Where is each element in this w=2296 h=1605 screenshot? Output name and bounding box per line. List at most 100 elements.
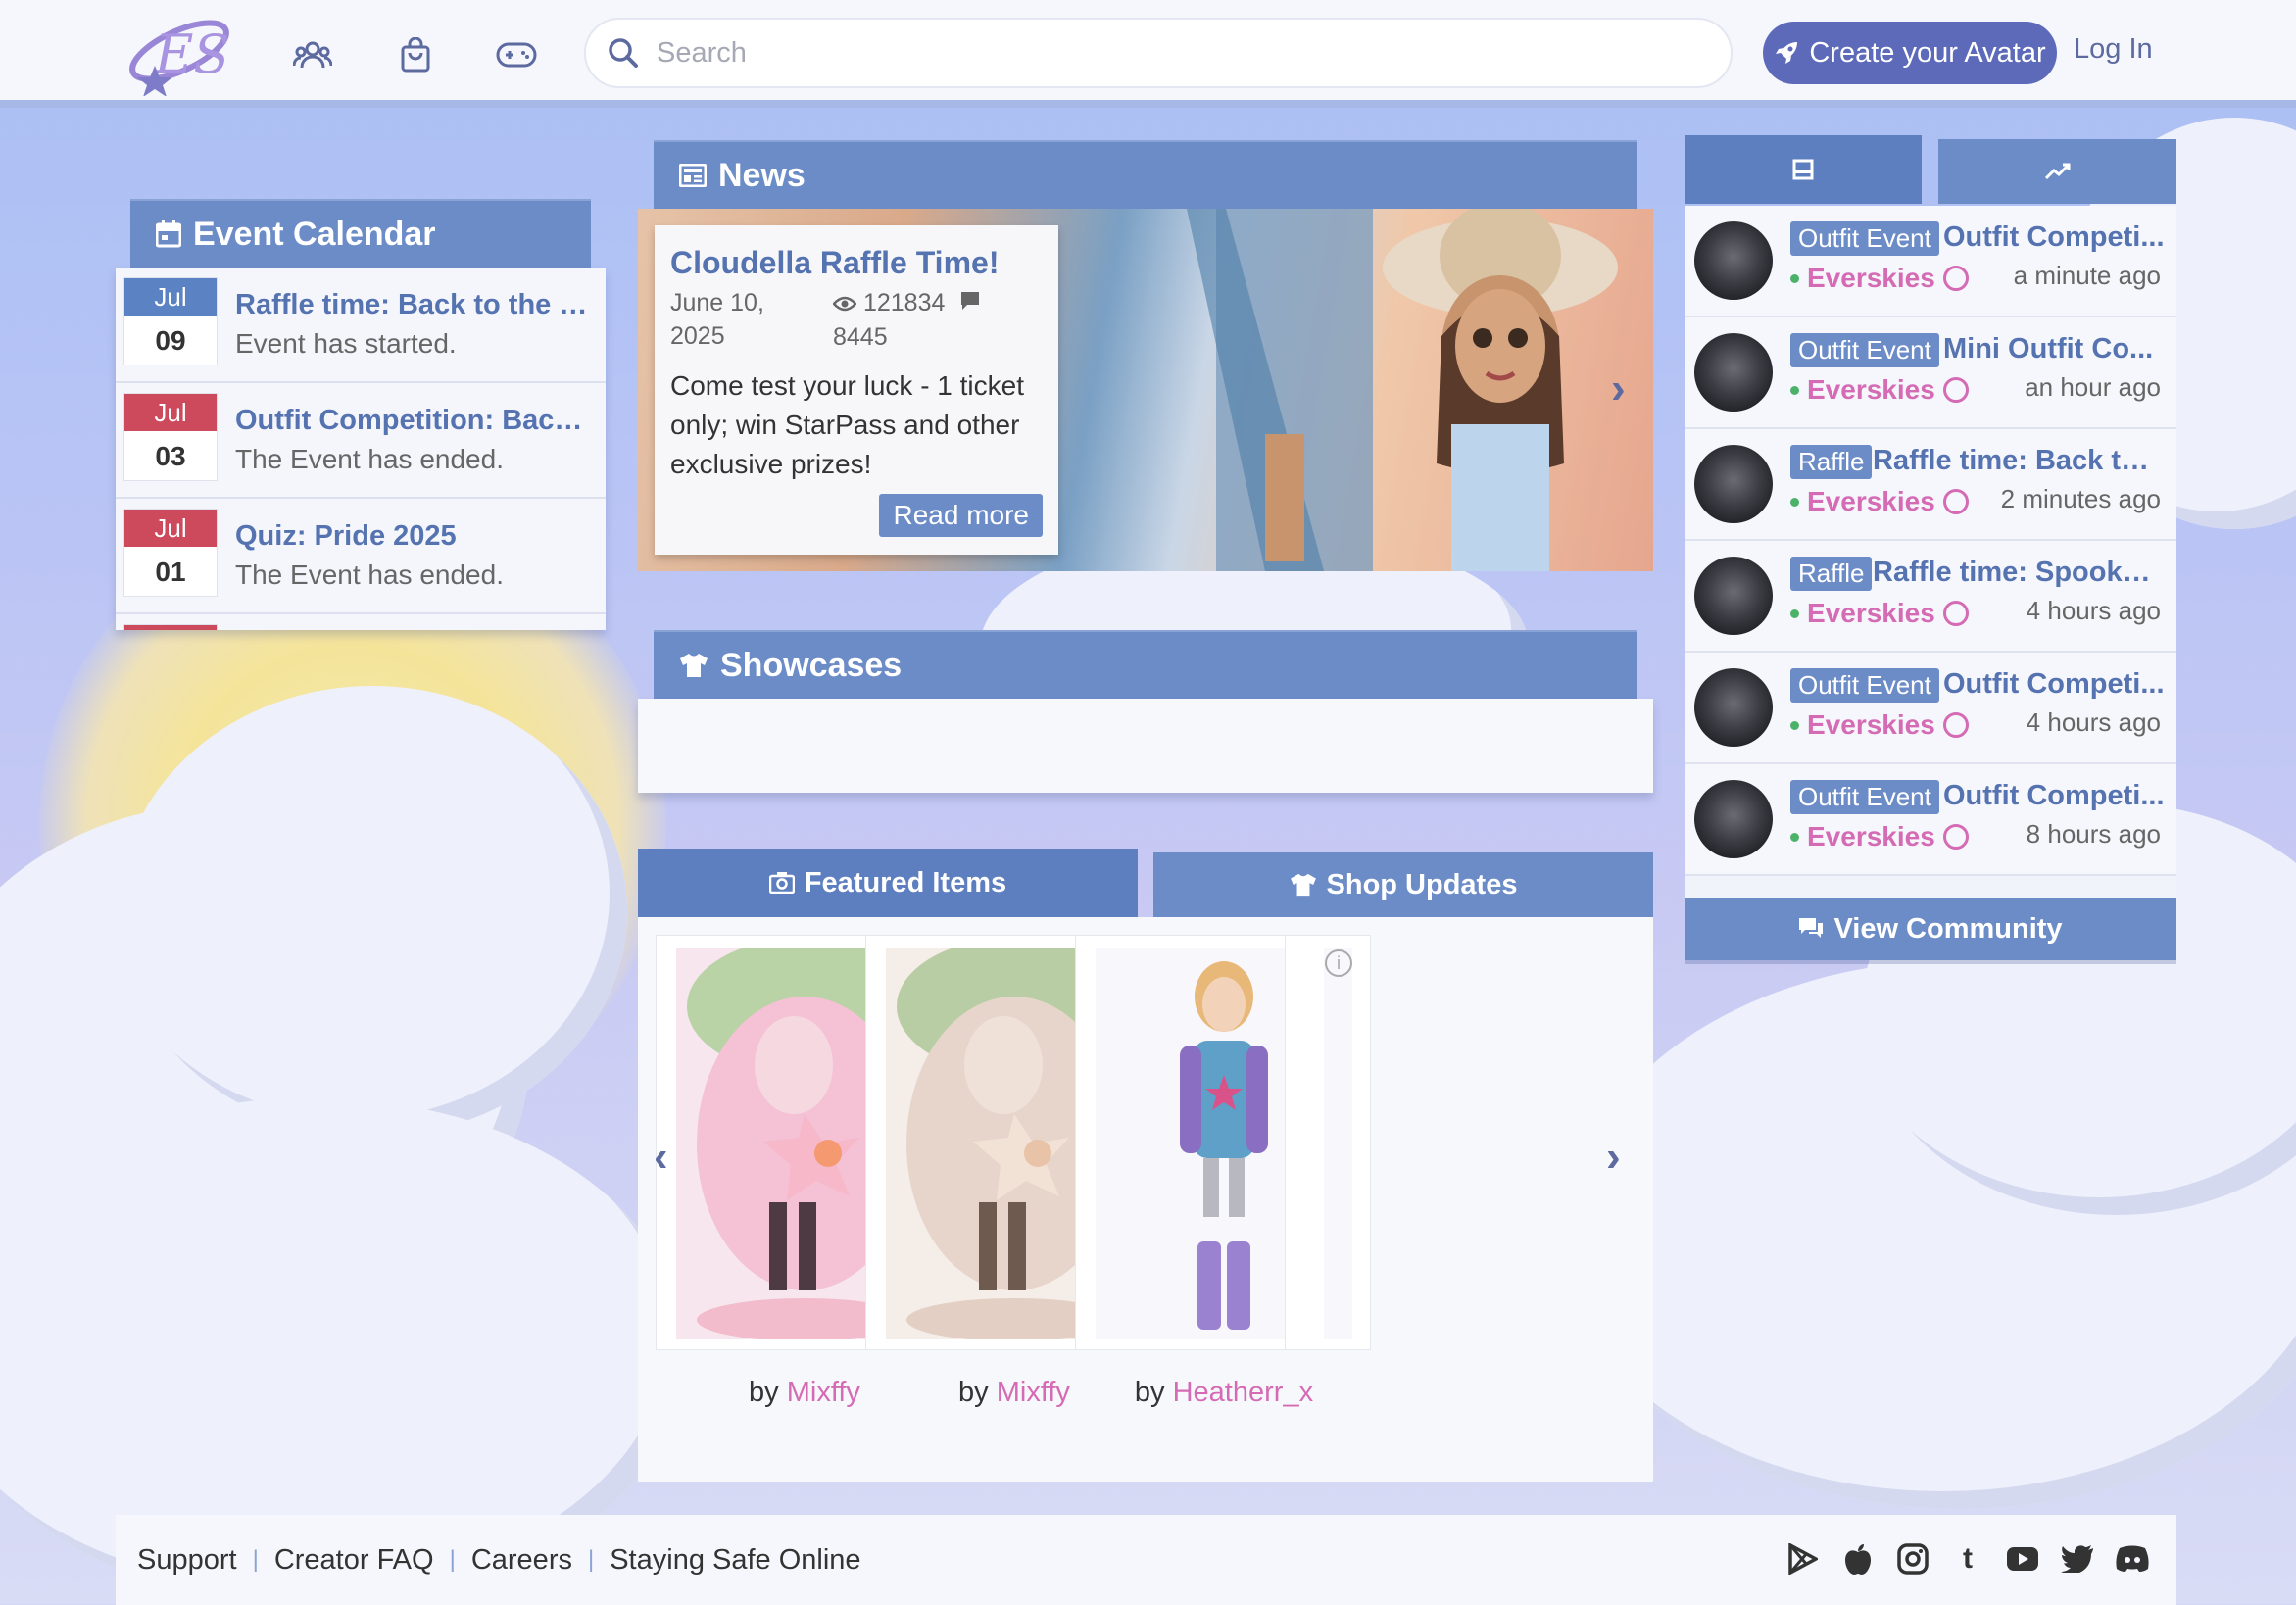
featured-item-card[interactable] [1285,935,1324,1350]
view-community-button[interactable]: View Community [1685,898,2176,960]
avatar[interactable] [1694,557,1773,635]
event-title[interactable]: Quiz: Pride 2025 [235,520,588,553]
showcases-content [638,699,1653,793]
event-item[interactable] [116,614,606,630]
feed-username: Everskies [1807,486,1935,516]
event-status: Event has started. [235,328,457,359]
event-item[interactable]: Jul 01 Quiz: Pride 2025 The Event has en… [116,499,606,614]
footer-link-support[interactable]: Support [137,1544,237,1577]
avatar[interactable] [1694,668,1773,747]
item-author[interactable]: Mixffy [997,1377,1070,1408]
comment-icon [959,287,981,320]
newspaper-icon [679,164,707,187]
feed-user[interactable]: Everskies [1790,374,1969,406]
badge-icon [1942,377,1969,403]
feed-item[interactable]: Outfit Event Outfit Competi... Everskies… [1685,653,2176,764]
footer-link-careers[interactable]: Careers [471,1544,572,1577]
top-navigation-bar: ES Create your Avatar Log In [0,0,2296,108]
news-next-arrow[interactable]: › [1611,365,1626,413]
news-header: News [654,140,1637,209]
twitter-icon[interactable] [2059,1540,2096,1578]
login-link[interactable]: Log In [2074,33,2153,66]
feed-item[interactable]: Outfit Event Outfit Competi... Everskies… [1685,764,2176,876]
instagram-icon[interactable] [1894,1540,1931,1578]
event-item[interactable]: Jul 09 Raffle time: Back to the 80s Even… [116,268,606,383]
footer-separator: | [252,1546,259,1573]
feed-item[interactable]: Outfit Event Mini Outfit Co... Everskies… [1685,317,2176,429]
tab-featured-items[interactable]: Featured Items [638,849,1138,917]
feed-user[interactable]: Everskies [1790,486,1969,517]
footer-link-staying-safe[interactable]: Staying Safe Online [610,1544,860,1577]
feed-username: Everskies [1807,263,1935,293]
search-icon [609,38,638,68]
featured-item-card[interactable]: i by Heatherr_x [1075,935,1371,1408]
feed-time: a minute ago [2013,261,2161,290]
footer-link-creator-faq[interactable]: Creator FAQ [274,1544,434,1577]
avatar[interactable] [1694,445,1773,523]
apple-icon[interactable] [1839,1540,1877,1578]
carousel-prev-arrow[interactable]: ‹ [654,1133,668,1182]
feed-title[interactable]: Outfit Competi... [1943,221,2165,254]
avatar[interactable] [1694,780,1773,858]
event-calendar-list: Jul 09 Raffle time: Back to the 80s Even… [116,268,606,630]
create-avatar-button[interactable]: Create your Avatar [1763,22,2057,84]
feed-title[interactable]: Raffle time: Spooky ... [1873,557,2165,589]
community-icon[interactable] [291,33,334,76]
event-item[interactable]: Jul 03 Outfit Competition: Back t... The… [116,383,606,499]
tab-latest[interactable] [1685,135,1922,204]
feed-user[interactable]: Everskies [1790,821,1969,852]
feed-title[interactable]: Raffle time: Back to t... [1873,445,2165,477]
event-calendar-header: Event Calendar [130,199,591,268]
feed-user[interactable]: Everskies [1790,709,1969,741]
search-input[interactable] [657,36,1637,70]
badge-icon [1942,266,1969,291]
search-bar[interactable] [584,18,1733,88]
info-icon[interactable]: i [1325,949,1352,977]
feed-title[interactable]: Mini Outfit Co... [1943,333,2165,365]
everskies-logo[interactable]: ES [125,12,233,97]
feed-username: Everskies [1807,598,1935,628]
online-indicator [1790,497,1799,507]
avatar[interactable] [1694,333,1773,412]
shopping-bag-icon[interactable] [394,33,437,76]
event-title[interactable]: Outfit Competition: Back t... [235,405,588,437]
feed-user[interactable]: Everskies [1790,263,1969,294]
feed-item[interactable]: Raffle Raffle time: Spooky ... Everskies… [1685,541,2176,653]
tab-shop-updates[interactable]: Shop Updates [1153,852,1653,917]
avatar[interactable] [1694,221,1773,300]
discord-icon[interactable] [2114,1540,2151,1578]
online-indicator [1790,608,1799,618]
event-month: Jul [124,394,217,431]
feed-user[interactable]: Everskies [1790,598,1969,629]
item-author-line: by Heatherr_x [1076,1377,1372,1409]
feed-title[interactable]: Outfit Competi... [1943,668,2165,701]
online-indicator [1790,720,1799,730]
event-date: Jul 09 [123,277,218,365]
tumblr-icon[interactable]: t [1949,1540,1986,1578]
by-label: by [1134,1377,1173,1408]
news-article-title[interactable]: Cloudella Raffle Time! [670,245,999,281]
youtube-icon[interactable] [2004,1540,2041,1578]
event-date: Jul 01 [123,509,218,597]
camera-icon [768,872,795,894]
feed-item[interactable]: Outfit Event Outfit Competi... Everskies… [1685,206,2176,317]
social-links: t [1784,1540,2151,1578]
item-author[interactable]: Heatherr_x [1173,1377,1313,1408]
feed-title[interactable]: Outfit Competi... [1943,780,2165,812]
event-day: 01 [155,557,186,587]
news-date-year: 2025 [670,322,725,350]
news-comments: 8445 [833,323,888,352]
event-date: Jul 03 [123,393,218,481]
item-author[interactable]: Mixffy [787,1377,860,1408]
event-day: 09 [155,325,186,356]
tab-shop-label: Shop Updates [1326,868,1518,900]
gamepad-icon[interactable] [495,33,538,76]
read-more-button[interactable]: Read more [879,494,1043,537]
google-play-icon[interactable] [1784,1540,1822,1578]
footer: Support | Creator FAQ | Careers | Stayin… [116,1515,2176,1605]
feed-item[interactable]: Raffle Raffle time: Back to t... Everski… [1685,429,2176,541]
community-feed: Outfit Event Outfit Competi... Everskies… [1685,206,2176,898]
tab-trending[interactable] [1938,139,2176,204]
event-title[interactable]: Raffle time: Back to the 80s [235,289,588,321]
carousel-next-arrow[interactable]: › [1606,1133,1621,1182]
